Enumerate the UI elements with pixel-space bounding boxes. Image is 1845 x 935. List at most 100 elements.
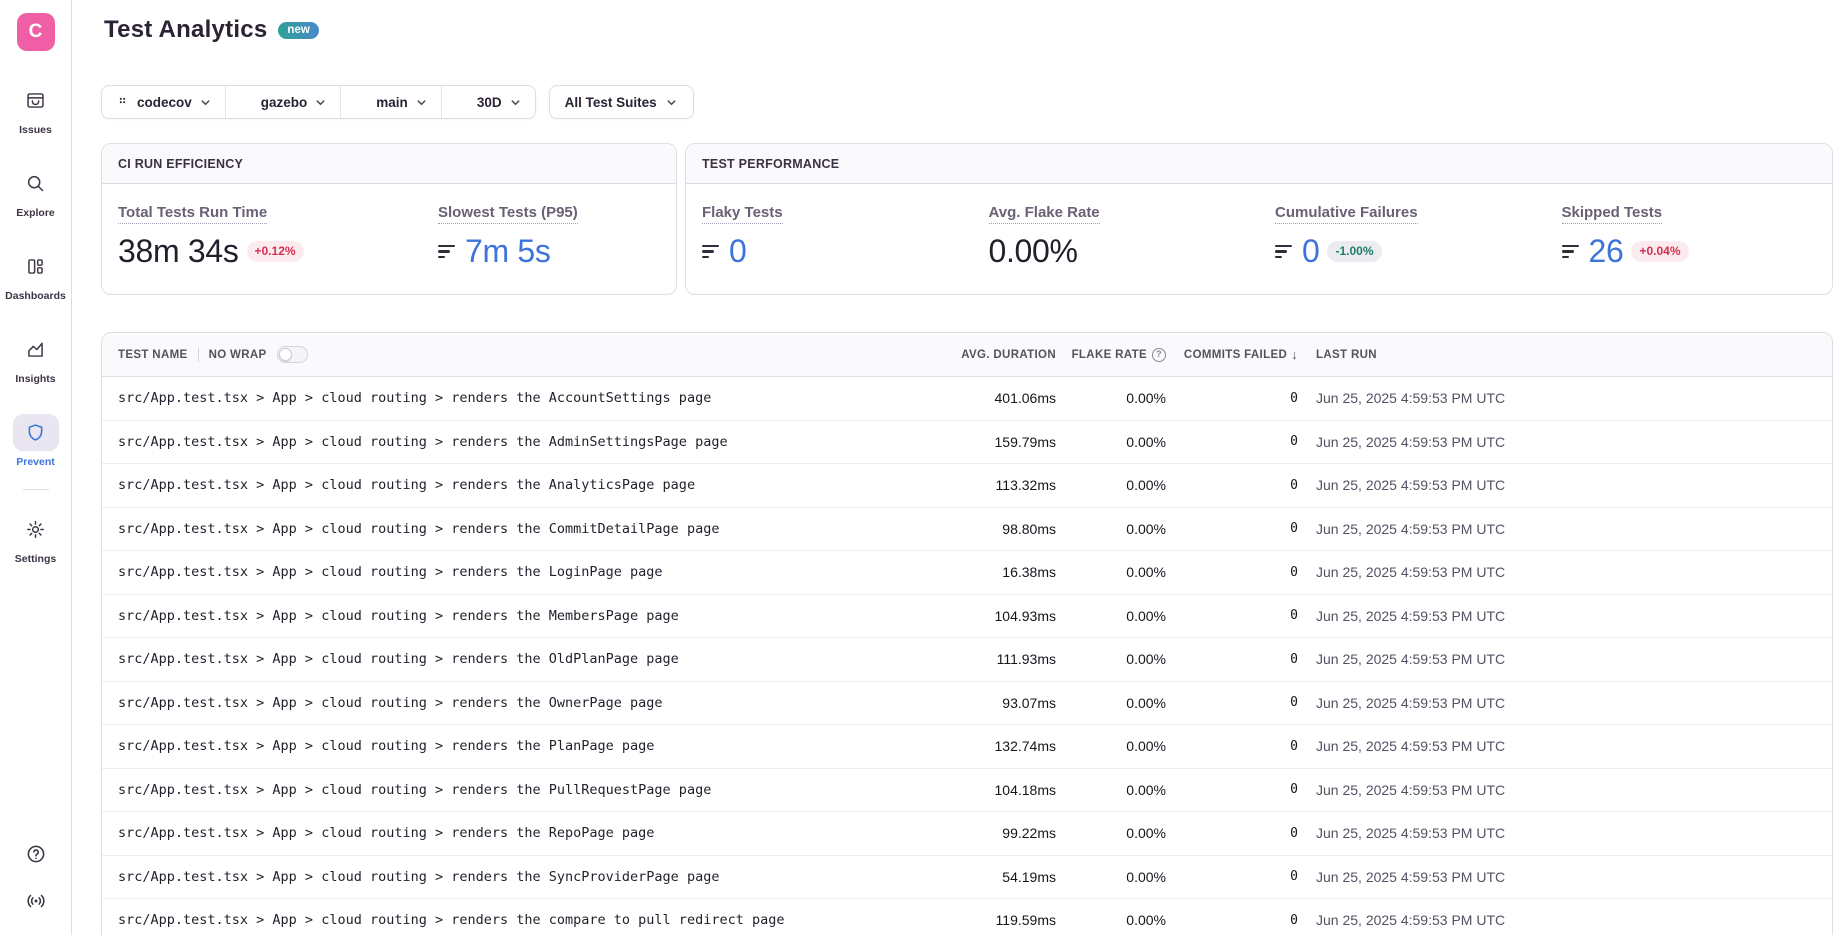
- test-name-cell: src/App.test.tsx > App > cloud routing >…: [102, 477, 896, 493]
- sidebar-item-issues[interactable]: Issues: [13, 82, 59, 136]
- chevron-down-icon: [314, 96, 327, 109]
- table-row[interactable]: src/App.test.tsx > App > cloud routing >…: [102, 508, 1832, 552]
- flake-rate-cell: 0.00%: [1056, 869, 1166, 885]
- chevron-down-icon: [415, 96, 428, 109]
- flake-rate-cell: 0.00%: [1056, 738, 1166, 754]
- col-last-run[interactable]: LAST RUN: [1316, 349, 1832, 361]
- test-name-cell: src/App.test.tsx > App > cloud routing >…: [102, 782, 896, 798]
- table-row[interactable]: src/App.test.tsx > App > cloud routing >…: [102, 377, 1832, 421]
- table-row[interactable]: src/App.test.tsx > App > cloud routing >…: [102, 899, 1832, 935]
- sidebar-item-label: Explore: [16, 207, 55, 219]
- table-row[interactable]: src/App.test.tsx > App > cloud routing >…: [102, 595, 1832, 639]
- panel-title: TEST PERFORMANCE: [686, 144, 1832, 184]
- avg-duration-cell: 98.80ms: [896, 521, 1056, 537]
- flake-rate-cell: 0.00%: [1056, 782, 1166, 798]
- test-suites-dropdown[interactable]: All Test Suites: [549, 85, 694, 119]
- last-run-cell: Jun 25, 2025 4:59:53 PM UTC: [1316, 782, 1832, 798]
- branch-filter-value: main: [376, 95, 408, 110]
- table-row[interactable]: src/App.test.tsx > App > cloud routing >…: [102, 725, 1832, 769]
- test-name-cell: src/App.test.tsx > App > cloud routing >…: [102, 651, 896, 667]
- page-title: Test Analytics: [104, 16, 267, 44]
- metric-value: 0.00%: [989, 233, 1078, 270]
- chart-line-icon: [13, 331, 59, 368]
- metric-skipped-tests: Skipped Tests 26 +0.04%: [1546, 204, 1833, 270]
- flake-rate-cell: 0.00%: [1056, 564, 1166, 580]
- sidebar-item-settings[interactable]: Settings: [13, 511, 59, 565]
- no-wrap-label: NO WRAP: [209, 349, 267, 361]
- gear-icon: [13, 511, 59, 548]
- search-icon: [13, 165, 59, 202]
- panel-title: CI RUN EFFICIENCY: [102, 144, 676, 184]
- sidebar-divider: [23, 489, 49, 490]
- table-row[interactable]: src/App.test.tsx > App > cloud routing >…: [102, 421, 1832, 465]
- table-row[interactable]: src/App.test.tsx > App > cloud routing >…: [102, 812, 1832, 856]
- date-range-filter[interactable]: 30D: [441, 86, 535, 118]
- shield-icon: [13, 414, 59, 451]
- table-row[interactable]: src/App.test.tsx > App > cloud routing >…: [102, 769, 1832, 813]
- metric-label[interactable]: Skipped Tests: [1562, 204, 1663, 224]
- metric-label[interactable]: Avg. Flake Rate: [989, 204, 1100, 224]
- metric-value-link[interactable]: 0: [729, 233, 746, 270]
- help-icon[interactable]: [25, 843, 47, 870]
- question-circle-icon[interactable]: ?: [1152, 348, 1166, 362]
- sidebar-item-dashboards[interactable]: Dashboards: [5, 248, 66, 302]
- sidebar: C Issues Explore: [0, 0, 72, 935]
- scope-filter-group: codecov gazebo: [101, 85, 536, 119]
- filter-bar: codecov gazebo: [101, 85, 1833, 119]
- last-run-cell: Jun 25, 2025 4:59:53 PM UTC: [1316, 434, 1832, 450]
- metric-value-link[interactable]: 7m 5s: [465, 233, 551, 270]
- metric-label[interactable]: Slowest Tests (P95): [438, 204, 578, 224]
- metric-total-tests-run-time: Total Tests Run Time 38m 34s +0.12%: [102, 204, 422, 270]
- broadcast-icon[interactable]: [25, 890, 47, 917]
- test-name-cell: src/App.test.tsx > App > cloud routing >…: [102, 825, 896, 841]
- flake-rate-cell: 0.00%: [1056, 390, 1166, 406]
- metric-avg-flake-rate: Avg. Flake Rate 0.00%: [973, 204, 1260, 270]
- table-row[interactable]: src/App.test.tsx > App > cloud routing >…: [102, 682, 1832, 726]
- repo-filter[interactable]: gazebo: [225, 86, 341, 118]
- table-row[interactable]: src/App.test.tsx > App > cloud routing >…: [102, 464, 1832, 508]
- no-wrap-toggle[interactable]: [277, 346, 308, 363]
- sidebar-item-insights[interactable]: Insights: [13, 331, 59, 385]
- metric-label[interactable]: Flaky Tests: [702, 204, 783, 224]
- commits-failed-cell: 0: [1166, 782, 1316, 797]
- table-row[interactable]: src/App.test.tsx > App > cloud routing >…: [102, 856, 1832, 900]
- col-avg-duration[interactable]: AVG. DURATION: [896, 349, 1056, 361]
- sidebar-item-label: Prevent: [16, 456, 55, 468]
- col-test-name: TEST NAME: [118, 349, 188, 361]
- delta-badge: +0.04%: [1631, 241, 1688, 262]
- metric-label[interactable]: Total Tests Run Time: [118, 204, 267, 224]
- avg-duration-cell: 16.38ms: [896, 564, 1056, 580]
- flake-rate-cell: 0.00%: [1056, 912, 1166, 928]
- metric-value-link[interactable]: 0: [1302, 233, 1319, 270]
- table-header: TEST NAME NO WRAP AVG. DURATION FLAKE RA…: [102, 333, 1832, 377]
- flake-rate-cell: 0.00%: [1056, 825, 1166, 841]
- sidebar-item-explore[interactable]: Explore: [13, 165, 59, 219]
- commits-failed-cell: 0: [1166, 478, 1316, 493]
- col-commits-failed[interactable]: COMMITS FAILED ↓: [1166, 347, 1316, 362]
- last-run-cell: Jun 25, 2025 4:59:53 PM UTC: [1316, 738, 1832, 754]
- avg-duration-cell: 104.18ms: [896, 782, 1056, 798]
- sidebar-item-label: Issues: [19, 124, 52, 136]
- sidebar-item-prevent[interactable]: Prevent: [13, 414, 59, 468]
- org-filter[interactable]: codecov: [102, 86, 225, 118]
- metric-value-link[interactable]: 26: [1589, 233, 1624, 270]
- commits-failed-cell: 0: [1166, 434, 1316, 449]
- metric-label[interactable]: Cumulative Failures: [1275, 204, 1418, 224]
- last-run-cell: Jun 25, 2025 4:59:53 PM UTC: [1316, 825, 1832, 841]
- avg-duration-cell: 401.06ms: [896, 390, 1056, 406]
- last-run-cell: Jun 25, 2025 4:59:53 PM UTC: [1316, 869, 1832, 885]
- table-row[interactable]: src/App.test.tsx > App > cloud routing >…: [102, 638, 1832, 682]
- sidebar-item-label: Settings: [15, 553, 56, 565]
- test-name-cell: src/App.test.tsx > App > cloud routing >…: [102, 738, 896, 754]
- avg-duration-cell: 104.93ms: [896, 608, 1056, 624]
- new-badge: new: [278, 22, 318, 39]
- chevron-down-icon: [665, 96, 678, 109]
- table-row[interactable]: src/App.test.tsx > App > cloud routing >…: [102, 551, 1832, 595]
- org-logo[interactable]: C: [17, 13, 55, 51]
- last-run-cell: Jun 25, 2025 4:59:53 PM UTC: [1316, 695, 1832, 711]
- branch-filter[interactable]: main: [340, 86, 441, 118]
- metric-cumulative-failures: Cumulative Failures 0 -1.00%: [1259, 204, 1546, 270]
- calendar-icon: [455, 93, 470, 111]
- test-performance-panel: TEST PERFORMANCE Flaky Tests 0 Avg. Flak…: [685, 143, 1833, 295]
- col-flake-rate[interactable]: FLAKE RATE ?: [1056, 348, 1166, 362]
